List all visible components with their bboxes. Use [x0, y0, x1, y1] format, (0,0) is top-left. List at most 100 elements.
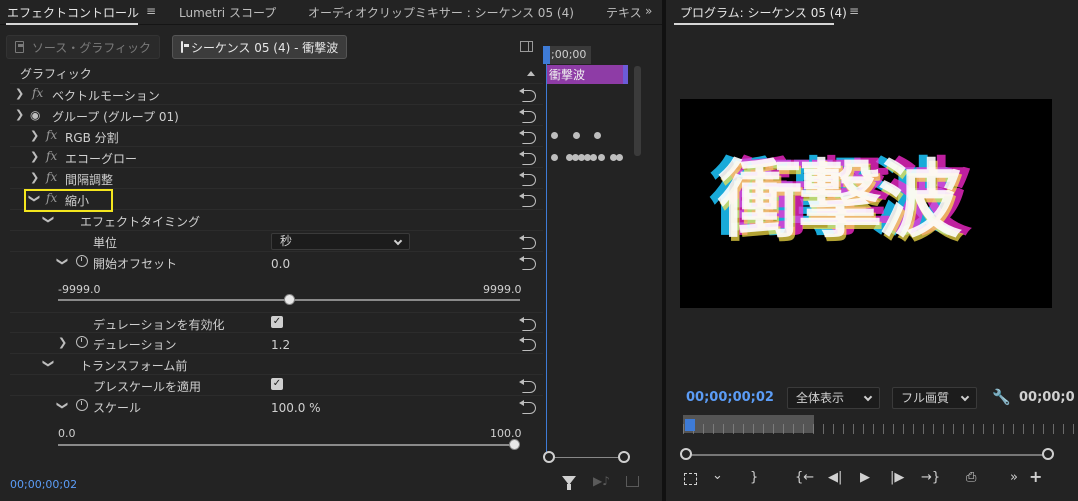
current-timecode[interactable]: 00;00;00;02 — [10, 478, 77, 491]
safe-margins-icon[interactable] — [684, 473, 697, 485]
program-zoom-track[interactable] — [686, 454, 1048, 456]
tab-overflow-icon[interactable]: » — [645, 4, 652, 18]
mini-zoom-track[interactable] — [549, 457, 624, 458]
scale-slider-thumb[interactable] — [509, 439, 520, 450]
zoom-handle-right[interactable] — [618, 451, 630, 463]
effect-row-rgb-split[interactable]: ❯ fx RGB 分割 — [10, 126, 543, 147]
keyframe[interactable] — [573, 132, 580, 139]
more-controls-icon[interactable]: » — [1010, 470, 1018, 485]
reset-icon[interactable] — [519, 172, 537, 186]
panel-menu-icon[interactable]: ≡ — [849, 4, 859, 18]
go-to-out-icon[interactable]: →} — [921, 470, 940, 485]
group-row-before-transform[interactable]: ❯ トランスフォーム前 — [10, 354, 543, 375]
reset-icon[interactable] — [519, 379, 537, 393]
effect-row-echo-glow[interactable]: ❯ fx エコーグロー — [10, 147, 543, 168]
keyframe[interactable] — [616, 154, 623, 161]
keyframe[interactable] — [594, 132, 601, 139]
tab-program-monitor[interactable]: プログラム: シーケンス 05 (4) — [680, 4, 847, 21]
fx-icon[interactable]: fx — [46, 170, 57, 184]
reset-icon[interactable] — [519, 317, 537, 331]
duration-enable-checkbox[interactable]: ✓ — [271, 316, 283, 328]
keyframe[interactable] — [598, 154, 605, 161]
stopwatch-icon[interactable] — [76, 255, 88, 267]
zoom-handle-right[interactable] — [1042, 448, 1054, 460]
reset-icon[interactable] — [519, 400, 537, 414]
video-preview[interactable]: 衝撃波 衝撃波 衝撃波 衝撃波 — [680, 99, 1052, 308]
scale-slider-track[interactable] — [58, 444, 514, 446]
reset-icon[interactable] — [519, 109, 537, 123]
mark-out-icon[interactable]: } — [750, 470, 758, 485]
chevron-right-icon[interactable]: ❯ — [58, 336, 67, 349]
keyframe[interactable] — [551, 154, 558, 161]
keyframe[interactable] — [590, 154, 597, 161]
zoom-fit-dropdown[interactable]: 全体表示 — [787, 387, 880, 409]
program-timecode[interactable]: 00;00;00;02 — [686, 390, 774, 405]
effect-controls-timeline[interactable] — [543, 46, 633, 466]
audio-scrub-icon[interactable]: ▶♪ — [593, 474, 610, 488]
go-to-in-icon[interactable]: {← — [795, 470, 814, 485]
scale-value[interactable]: 100.0 % — [271, 401, 321, 415]
show-timeline-toggle-icon[interactable] — [520, 41, 533, 52]
eye-icon[interactable]: ◉ — [30, 108, 40, 122]
effect-row-vector-motion[interactable]: ❯ fx ベクトルモーション — [10, 84, 543, 105]
stopwatch-icon[interactable] — [76, 336, 88, 348]
add-button-icon[interactable]: + — [1029, 467, 1042, 486]
group-row-effect-timing[interactable]: ❯ エフェクトタイミング — [10, 210, 543, 231]
start-offset-slider-thumb[interactable] — [284, 294, 295, 305]
tab-audio-clip-mixer[interactable]: オーディオクリップミキサー : シーケンス 05 (4) — [308, 4, 574, 21]
chevron-right-icon[interactable]: ❯ — [30, 129, 39, 142]
stopwatch-icon[interactable] — [76, 399, 88, 411]
export-icon[interactable] — [626, 476, 639, 487]
clip-bar[interactable]: 衝撃波 — [546, 65, 628, 84]
play-icon[interactable]: ▶ — [860, 470, 870, 485]
property-label: 開始オフセット — [93, 257, 178, 271]
playback-quality-dropdown[interactable]: フル画質 — [892, 387, 977, 409]
export-frame-icon[interactable]: ⎙ — [966, 470, 976, 485]
fx-icon[interactable]: fx — [32, 86, 43, 100]
sequence-clip-button[interactable]: シーケンス 05 (4) - 衝撃波 — [172, 35, 347, 59]
reset-icon[interactable] — [519, 235, 537, 249]
fx-icon[interactable]: fx — [46, 128, 57, 142]
apply-prescale-checkbox[interactable]: ✓ — [271, 378, 283, 390]
step-back-icon[interactable]: ◀| — [828, 470, 842, 485]
fx-icon[interactable]: fx — [46, 149, 57, 163]
chevron-down-icon[interactable]: ⌄ — [712, 468, 723, 483]
start-offset-value[interactable]: 0.0 — [271, 257, 290, 271]
chevron-down-icon[interactable]: ❯ — [56, 401, 69, 410]
chevron-right-icon[interactable]: ❯ — [30, 150, 39, 163]
reset-icon[interactable] — [519, 256, 537, 270]
tab-effect-controls[interactable]: エフェクトコントロール — [7, 4, 139, 21]
panel-menu-icon[interactable]: ≡ — [146, 4, 156, 18]
unit-dropdown[interactable]: 秒 — [271, 233, 410, 250]
wrench-icon[interactable]: 🔧 — [992, 388, 1011, 406]
tab-lumetri-scopes[interactable]: Lumetri スコープ — [179, 4, 276, 21]
clip-end-handle[interactable] — [623, 65, 628, 84]
step-forward-icon[interactable]: |▶ — [890, 470, 904, 485]
mini-playhead-marker[interactable] — [543, 46, 550, 64]
chevron-down-icon[interactable]: ❯ — [42, 215, 55, 224]
chevron-down-icon[interactable]: ❯ — [42, 359, 55, 368]
collapse-up-icon[interactable] — [527, 71, 535, 76]
mini-playhead-line[interactable] — [546, 46, 547, 456]
chevron-right-icon[interactable]: ❯ — [15, 108, 24, 121]
reset-icon[interactable] — [519, 193, 537, 207]
tab-text[interactable]: テキス — [606, 4, 642, 21]
vertical-scrollbar[interactable] — [634, 66, 641, 156]
unit-value: 秒 — [280, 234, 293, 248]
chevron-right-icon[interactable]: ❯ — [15, 87, 24, 100]
reset-icon[interactable] — [519, 337, 537, 351]
zoom-handle-left[interactable] — [543, 451, 555, 463]
duration-value[interactable]: 1.2 — [271, 338, 290, 352]
reset-icon[interactable] — [519, 151, 537, 165]
effect-row-group[interactable]: ❯ ◉ グループ (グループ 01) — [10, 105, 543, 126]
source-graphic-button[interactable]: ソース・グラフィック — [6, 35, 160, 59]
reset-icon[interactable] — [519, 88, 537, 102]
reset-icon[interactable] — [519, 130, 537, 144]
program-playhead[interactable] — [685, 419, 695, 431]
chevron-down-icon[interactable]: ❯ — [56, 257, 69, 266]
sequence-button-label: シーケンス 05 (4) - 衝撃波 — [191, 40, 339, 55]
keyframe[interactable] — [551, 132, 558, 139]
zoom-handle-left[interactable] — [680, 448, 692, 460]
effect-row-spacing[interactable]: ❯ fx 間隔調整 — [10, 168, 543, 189]
chevron-right-icon[interactable]: ❯ — [30, 171, 39, 184]
